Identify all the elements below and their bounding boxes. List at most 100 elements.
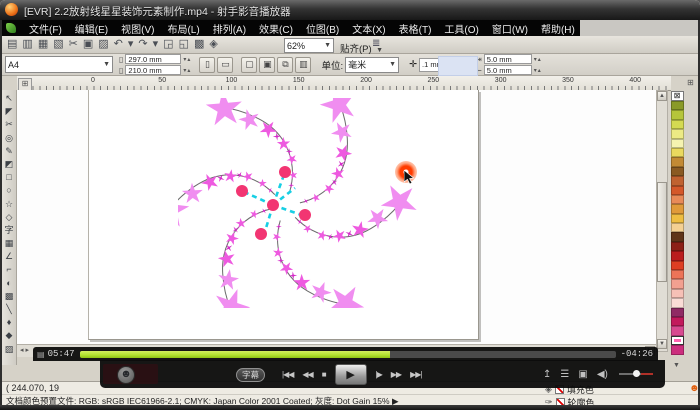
save-icon[interactable]: ▦ <box>38 38 48 51</box>
color-swatch[interactable] <box>671 204 684 213</box>
portrait-button[interactable]: ▯ <box>199 57 215 73</box>
menu-effects[interactable]: 效果(C) <box>259 21 293 36</box>
copy-icon[interactable]: ▣ <box>83 38 93 51</box>
menu-table[interactable]: 表格(T) <box>399 21 432 36</box>
color-swatch[interactable] <box>671 223 684 232</box>
undo-icon[interactable]: ↶ <box>114 38 123 51</box>
paper-size-combo[interactable]: A4 ▼ <box>5 56 113 73</box>
basic-shapes-tool[interactable]: ◇ <box>6 212 13 223</box>
volume-icon[interactable]: ◀) <box>597 369 608 380</box>
table-tool[interactable]: ▦ <box>5 238 14 249</box>
palette-scroll-down-icon[interactable]: ▼ <box>673 362 680 369</box>
undo-dropdown-icon[interactable]: ▾ <box>128 38 134 51</box>
rewind-button[interactable]: ◀◀ <box>302 370 312 379</box>
page-navigator[interactable]: ◂ ▸ <box>20 346 29 354</box>
menu-help[interactable]: 帮助(H) <box>541 21 575 36</box>
export-icon[interactable]: ◱ <box>179 38 189 51</box>
open-file-icon[interactable]: ↥ <box>543 369 551 380</box>
zoom-level-combo[interactable]: 62% ▼ <box>278 38 334 53</box>
zoom-tool[interactable]: ◎ <box>5 133 13 144</box>
color-swatch[interactable] <box>671 317 684 326</box>
color-swatch[interactable] <box>671 270 684 279</box>
menu-layout[interactable]: 布局(L) <box>167 21 199 36</box>
smart-fill-tool[interactable]: ◩ <box>5 159 14 170</box>
menu-edit[interactable]: 编辑(E) <box>75 21 108 36</box>
landscape-button[interactable]: ▭ <box>217 57 233 73</box>
unit-combo[interactable]: 毫米 ▼ <box>345 57 399 73</box>
scroll-up-icon[interactable]: ▲ <box>657 91 667 101</box>
text-tool[interactable]: 字 <box>4 225 13 236</box>
stop-button[interactable]: ■ <box>322 370 326 379</box>
ellipse-tool[interactable]: ○ <box>6 185 11 196</box>
play-button[interactable]: ▶ <box>335 364 367 385</box>
volume-slider-knob[interactable] <box>633 370 640 377</box>
subtitle-button[interactable]: 字幕 <box>236 368 265 382</box>
menu-arrange[interactable]: 排列(A) <box>213 21 246 36</box>
color-swatch[interactable] <box>671 129 684 138</box>
connector-tool[interactable]: ⌐ <box>6 264 11 275</box>
snapshot-icon[interactable]: ▣ <box>578 369 587 380</box>
avatar[interactable]: ☻ <box>117 366 135 384</box>
page-height-field[interactable]: 210.0 mm <box>125 65 181 75</box>
duplicate-y-field[interactable]: 5.0 mm <box>484 65 532 75</box>
polygon-tool[interactable]: ☆ <box>5 199 13 210</box>
playlist-icon[interactable]: ☰ <box>560 369 569 380</box>
print-icon[interactable]: ▧ <box>53 38 63 51</box>
next-button[interactable]: ▶▶| <box>410 370 421 379</box>
toolbar-options-icon[interactable]: ≣ <box>372 38 380 49</box>
menu-bitmaps[interactable]: 位图(B) <box>306 21 339 36</box>
vertical-scroll-thumb[interactable] <box>657 182 667 282</box>
redo-dropdown-icon[interactable]: ▾ <box>153 38 159 51</box>
user-status-icon[interactable]: ☻ <box>689 383 700 394</box>
new-icon[interactable]: ▤ <box>7 38 17 51</box>
spinner-icon[interactable]: ▾▴ <box>534 67 542 74</box>
outline-pen-tool[interactable]: ♦ <box>7 317 12 328</box>
menu-view[interactable]: 视图(V) <box>121 21 154 36</box>
color-swatch[interactable] <box>671 120 684 129</box>
spinner-icon[interactable]: ▾▴ <box>534 56 542 63</box>
color-swatch[interactable] <box>671 251 684 260</box>
color-swatch[interactable] <box>671 298 684 307</box>
color-swatch[interactable] <box>671 308 684 317</box>
cut-icon[interactable]: ✂ <box>69 38 78 51</box>
color-swatch[interactable] <box>671 157 684 166</box>
no-color-swatch[interactable]: ⊠ <box>671 91 684 101</box>
menu-file[interactable]: 文件(F) <box>29 21 62 36</box>
paste-icon[interactable]: ▨ <box>98 38 108 51</box>
menu-tools[interactable]: 工具(O) <box>444 21 478 36</box>
seek-bar[interactable] <box>80 351 616 358</box>
color-swatch[interactable] <box>671 148 684 157</box>
star-pinwheel-artwork[interactable] <box>178 98 438 308</box>
page-width-field[interactable]: 297.0 mm <box>125 54 181 64</box>
freehand-tool[interactable]: ✎ <box>5 146 13 157</box>
eyedropper-tool[interactable]: ╲ <box>6 304 11 315</box>
title-bar[interactable]: [EVR] 2.2放射线星星装饰元素制作.mp4 - 射手影音播放器 <box>0 0 700 20</box>
pick-tool[interactable]: ↖ <box>5 93 13 104</box>
spinner-icon[interactable]: ▾▴ <box>183 56 191 63</box>
color-swatch[interactable] <box>671 279 684 288</box>
color-swatch[interactable] <box>671 232 684 241</box>
import-icon[interactable]: ◲ <box>163 38 173 51</box>
color-swatch[interactable] <box>671 214 684 223</box>
color-swatch[interactable] <box>671 289 684 298</box>
color-swatch[interactable] <box>671 326 684 335</box>
app-launcher-icon[interactable]: ▩ <box>194 38 204 51</box>
shape-tool[interactable]: ◤ <box>6 106 13 117</box>
open-icon[interactable]: ▥ <box>22 38 32 51</box>
crop-tool[interactable]: ✂ <box>5 119 13 130</box>
rectangle-tool[interactable]: □ <box>6 172 11 183</box>
step-forward-button[interactable]: |▶ <box>376 370 382 379</box>
color-swatch[interactable] <box>671 195 684 204</box>
color-swatch[interactable] <box>671 261 684 270</box>
menu-text[interactable]: 文本(X) <box>352 21 385 36</box>
interactive-fill-tool[interactable]: ▨ <box>5 344 14 355</box>
color-swatch[interactable] <box>671 101 684 110</box>
page-layout-button[interactable]: ▢ <box>241 57 257 73</box>
duplicate-x-field[interactable]: 5.0 mm <box>484 54 532 64</box>
color-swatch[interactable] <box>671 110 684 119</box>
previous-button[interactable]: |◀◀ <box>282 370 293 379</box>
menu-window[interactable]: 窗口(W) <box>492 21 528 36</box>
color-swatch[interactable] <box>671 167 684 176</box>
page-layout-button[interactable]: ▣ <box>259 57 275 73</box>
palette-options-icon[interactable]: ⊞ <box>687 78 694 87</box>
